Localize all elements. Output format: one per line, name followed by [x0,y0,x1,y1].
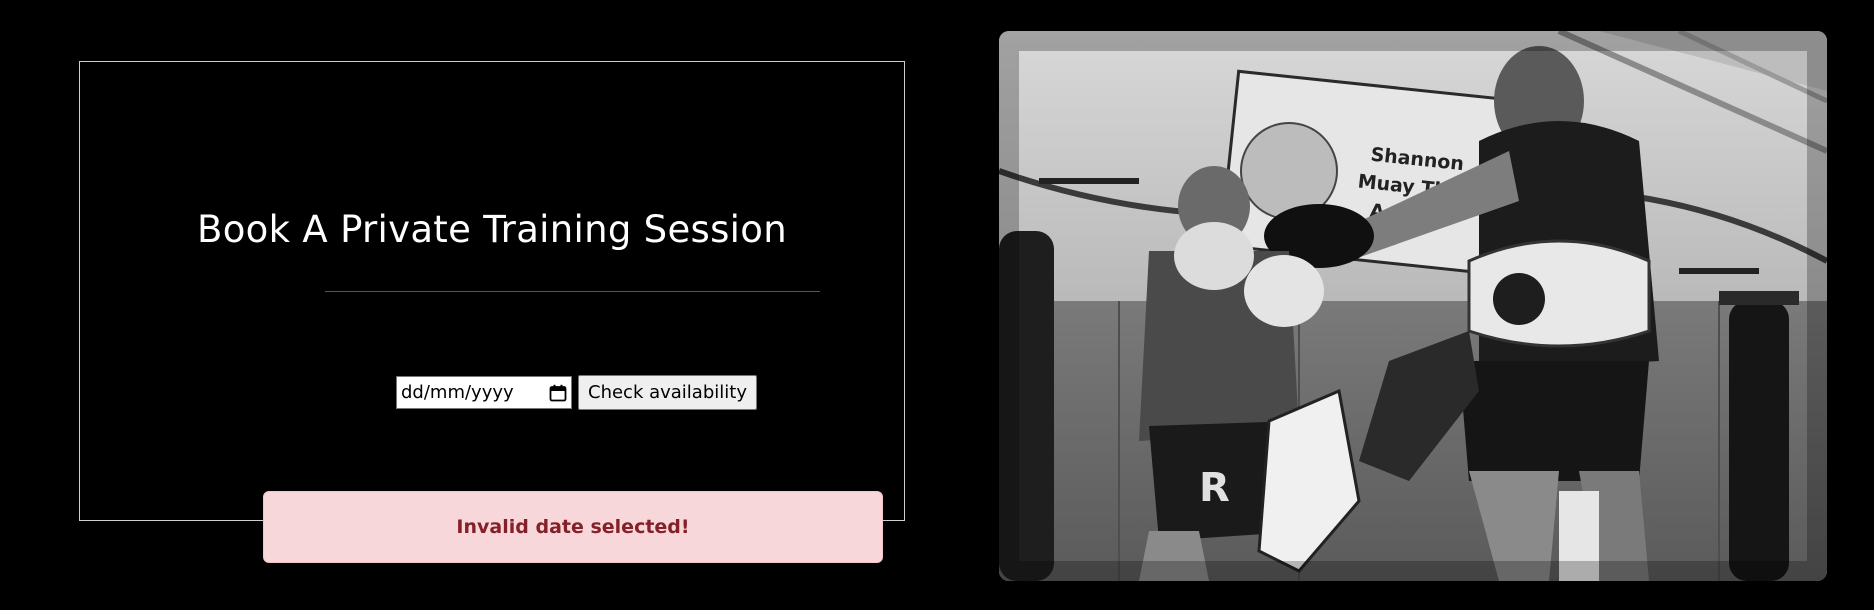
page-title: Book A Private Training Session [197,208,787,251]
calendar-icon[interactable] [549,384,567,402]
check-availability-button[interactable]: Check availability [578,375,757,410]
shorts-logo-text: R [1199,465,1230,511]
booking-card: Book A Private Training Session dd/mm/yy… [79,61,905,563]
training-photo-illustration: Shannon Muay Th Aca R [999,31,1827,581]
title-divider [325,291,820,292]
date-input[interactable]: dd/mm/yyyy [396,376,572,409]
error-alert: Invalid date selected! [263,491,883,563]
date-input-placeholder: dd/mm/yyyy [401,382,514,403]
alert-message: Invalid date selected! [456,516,690,538]
date-form: dd/mm/yyyy Check availability [396,375,757,410]
training-photo: Shannon Muay Th Aca R [999,31,1827,581]
